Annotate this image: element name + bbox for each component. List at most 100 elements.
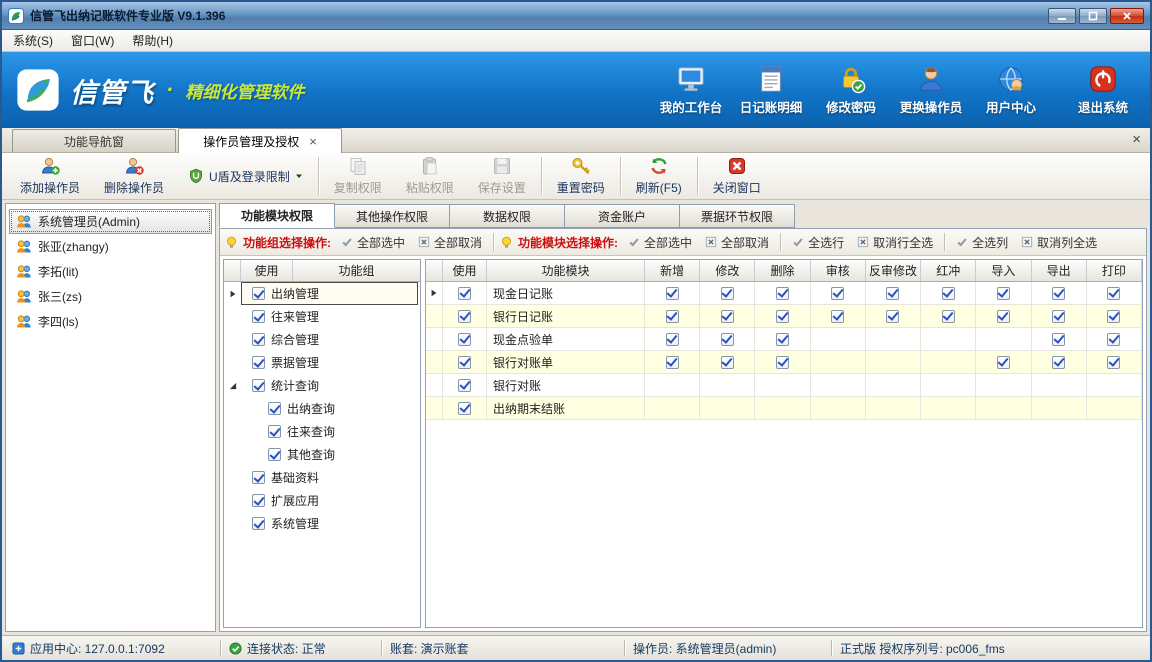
journal-detail-button[interactable]: 日记账明细	[738, 64, 804, 116]
group-row-content[interactable]: 扩展应用	[241, 489, 418, 512]
perm-checkbox[interactable]	[721, 287, 734, 300]
perm-checkbox[interactable]	[721, 310, 734, 323]
perm-checkbox[interactable]	[1107, 356, 1120, 369]
tab-other-permissions[interactable]: 其他操作权限	[334, 204, 450, 228]
group-use-checkbox[interactable]	[252, 471, 265, 484]
group-row-content[interactable]: 往来管理	[241, 305, 418, 328]
group-row-content[interactable]: 其他查询	[241, 443, 418, 466]
module-use-checkbox[interactable]	[458, 287, 471, 300]
perm-checkbox[interactable]	[1052, 287, 1065, 300]
module-cancel-all-button[interactable]: 全部取消	[700, 231, 774, 254]
group-row-content[interactable]: 基础资料	[241, 466, 418, 489]
save-settings-button[interactable]: 保存设置	[466, 155, 538, 197]
group-row-content[interactable]: 票据管理	[241, 351, 418, 374]
module-use-checkbox[interactable]	[458, 333, 471, 346]
my-workspace-button[interactable]: 我的工作台	[658, 64, 724, 116]
module-use-checkbox[interactable]	[458, 402, 471, 415]
copy-permission-button[interactable]: 复制权限	[322, 155, 394, 197]
close-button[interactable]	[1110, 8, 1144, 24]
group-use-checkbox[interactable]	[268, 402, 281, 415]
group-row-content[interactable]: 系统管理	[241, 512, 418, 535]
perm-checkbox[interactable]	[997, 356, 1010, 369]
group-row-content[interactable]: 出纳查询	[241, 397, 418, 420]
perm-checkbox[interactable]	[666, 287, 679, 300]
group-row-content[interactable]: 往来查询	[241, 420, 418, 443]
group-cancel-all-button[interactable]: 全部取消	[413, 231, 487, 254]
operator-item-4[interactable]: 李四(ls)	[9, 309, 212, 334]
ushield-login-limit-button[interactable]: U盾及登录限制	[176, 155, 315, 197]
module-row-5[interactable]: 出纳期末结账	[426, 397, 1142, 420]
group-use-checkbox[interactable]	[252, 517, 265, 530]
group-use-checkbox[interactable]	[268, 448, 281, 461]
operator-item-2[interactable]: 李拓(lit)	[9, 259, 212, 284]
tab-bill-permissions[interactable]: 票据环节权限	[679, 204, 795, 228]
perm-checkbox[interactable]	[1107, 333, 1120, 346]
group-row-2[interactable]: 综合管理	[224, 328, 420, 351]
perm-checkbox[interactable]	[666, 333, 679, 346]
group-row-8[interactable]: 基础资料	[224, 466, 420, 489]
operator-item-3[interactable]: 张三(zs)	[9, 284, 212, 309]
close-window-button[interactable]: 关闭窗口	[701, 155, 773, 197]
group-row-content[interactable]: 综合管理	[241, 328, 418, 351]
group-use-checkbox[interactable]	[252, 494, 265, 507]
group-use-checkbox[interactable]	[252, 333, 265, 346]
group-use-checkbox[interactable]	[252, 379, 265, 392]
perm-checkbox[interactable]	[776, 310, 789, 323]
select-rows-button[interactable]: 全选行	[787, 231, 849, 254]
perm-checkbox[interactable]	[1052, 333, 1065, 346]
perm-checkbox[interactable]	[666, 310, 679, 323]
tab-data-permissions[interactable]: 数据权限	[449, 204, 565, 228]
perm-checkbox[interactable]	[886, 287, 899, 300]
group-use-checkbox[interactable]	[252, 356, 265, 369]
perm-checkbox[interactable]	[1052, 356, 1065, 369]
group-row-1[interactable]: 往来管理	[224, 305, 420, 328]
group-row-6[interactable]: 往来查询	[224, 420, 420, 443]
menu-item-0[interactable]: 系统(S)	[4, 29, 62, 52]
group-row-10[interactable]: 系统管理	[224, 512, 420, 535]
group-select-all-button[interactable]: 全部选中	[336, 231, 410, 254]
module-use-checkbox[interactable]	[458, 379, 471, 392]
perm-checkbox[interactable]	[886, 310, 899, 323]
perm-checkbox[interactable]	[721, 333, 734, 346]
perm-checkbox[interactable]	[1107, 287, 1120, 300]
module-row-1[interactable]: 银行日记账	[426, 305, 1142, 328]
operator-item-1[interactable]: 张亚(zhangy)	[9, 234, 212, 259]
group-row-4[interactable]: 统计查询	[224, 374, 420, 397]
perm-checkbox[interactable]	[997, 310, 1010, 323]
tab-fund-accounts[interactable]: 资金账户	[564, 204, 680, 228]
switch-operator-button[interactable]: 更换操作员	[898, 64, 964, 116]
select-cols-button[interactable]: 全选列	[951, 231, 1013, 254]
paste-permission-button[interactable]: 粘贴权限	[394, 155, 466, 197]
tab-module-permissions[interactable]: 功能模块权限	[219, 203, 335, 228]
cancel-rows-button[interactable]: 取消行全选	[852, 231, 938, 254]
module-row-4[interactable]: 银行对账	[426, 374, 1142, 397]
perm-checkbox[interactable]	[776, 333, 789, 346]
minimize-button[interactable]	[1048, 8, 1076, 24]
operator-item-0[interactable]: 系统管理员(Admin)	[9, 209, 212, 234]
perm-checkbox[interactable]	[831, 310, 844, 323]
module-use-checkbox[interactable]	[458, 356, 471, 369]
group-row-5[interactable]: 出纳查询	[224, 397, 420, 420]
menu-item-1[interactable]: 窗口(W)	[62, 29, 123, 52]
group-use-checkbox[interactable]	[252, 310, 265, 323]
change-password-button[interactable]: 修改密码	[818, 64, 884, 116]
group-row-0[interactable]: 出纳管理	[224, 282, 420, 305]
menu-item-2[interactable]: 帮助(H)	[123, 29, 182, 52]
exit-system-button[interactable]: 退出系统	[1070, 64, 1136, 116]
perm-checkbox[interactable]	[1052, 310, 1065, 323]
perm-checkbox[interactable]	[721, 356, 734, 369]
perm-checkbox[interactable]	[831, 287, 844, 300]
module-row-3[interactable]: 银行对账单	[426, 351, 1142, 374]
user-center-button[interactable]: 用户中心	[978, 64, 1044, 116]
group-row-3[interactable]: 票据管理	[224, 351, 420, 374]
perm-checkbox[interactable]	[942, 287, 955, 300]
group-use-checkbox[interactable]	[252, 287, 265, 300]
group-row-content[interactable]: 统计查询	[241, 374, 418, 397]
tab-operator-management[interactable]: 操作员管理及授权×	[178, 128, 342, 153]
group-row-9[interactable]: 扩展应用	[224, 489, 420, 512]
perm-checkbox[interactable]	[776, 356, 789, 369]
perm-checkbox[interactable]	[942, 310, 955, 323]
tab-close-icon[interactable]: ×	[309, 135, 317, 148]
perm-checkbox[interactable]	[997, 287, 1010, 300]
module-row-0[interactable]: 现金日记账	[426, 282, 1142, 305]
